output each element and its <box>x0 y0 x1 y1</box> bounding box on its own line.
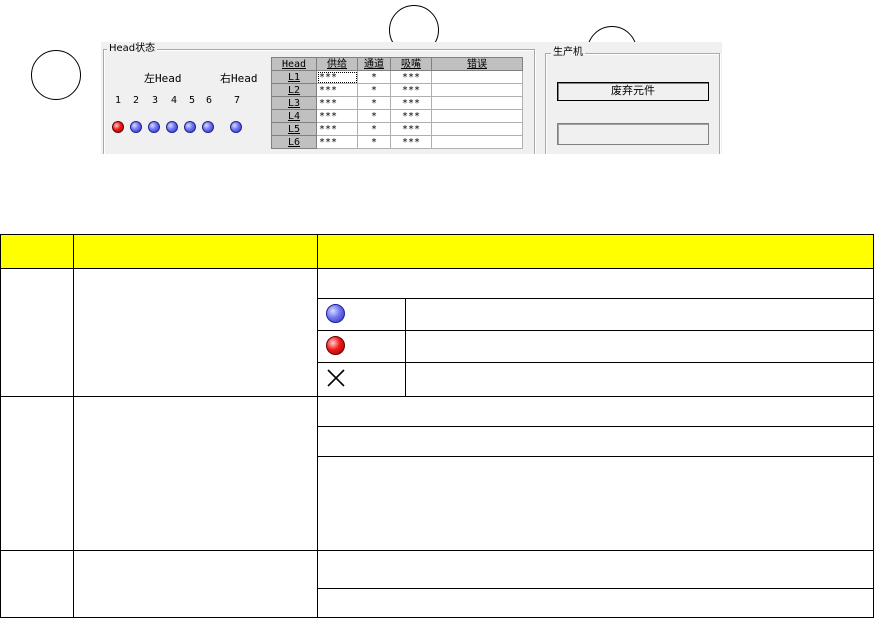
table-header <box>0 235 874 268</box>
col-head: Head <box>271 57 317 71</box>
nozzle-cell: *** <box>390 135 432 149</box>
error-cell <box>431 122 523 136</box>
table-border <box>0 234 1 618</box>
channel-cell: * <box>357 135 391 149</box>
table-border <box>0 234 874 235</box>
right-head-label: 右Head <box>220 72 258 85</box>
cross-icon <box>327 369 345 387</box>
table-row[interactable]: L1 *** * *** <box>271 70 523 84</box>
table-border <box>318 456 873 457</box>
channel-cell: * <box>357 109 391 123</box>
table-border <box>318 330 873 331</box>
left-head-label: 左Head <box>144 72 182 85</box>
head-1-state-icon[interactable] <box>112 121 124 133</box>
production-title: 生产机 <box>551 47 585 59</box>
nozzle-cell: *** <box>390 96 432 110</box>
supply-cell: *** <box>316 83 358 97</box>
channel-cell: * <box>357 122 391 136</box>
table-border <box>318 426 873 427</box>
col-nozzle: 吸嘴 <box>390 57 432 71</box>
callout-circle-1 <box>31 50 81 100</box>
error-cell <box>431 83 523 97</box>
table-border <box>317 234 318 618</box>
red-ball-icon <box>326 336 345 355</box>
supply-cell: *** <box>316 135 358 149</box>
production-status-field <box>557 123 709 145</box>
head-4-state-icon[interactable] <box>166 121 178 133</box>
head-number-6: 6 <box>206 95 213 106</box>
error-cell <box>431 109 523 123</box>
table-border <box>318 362 873 363</box>
head-number-7: 7 <box>234 95 241 106</box>
head-number-1: 1 <box>115 95 122 106</box>
nozzle-cell: *** <box>390 70 432 84</box>
row-head-label: L5 <box>271 122 317 136</box>
nozzle-cell: *** <box>390 83 432 97</box>
table-row[interactable]: L3 *** * *** <box>271 96 523 110</box>
head-number-3: 3 <box>152 95 159 106</box>
machine-screenshot: Head状态 左Head 右Head 1 2 3 4 5 6 7 Head 供给… <box>101 42 722 154</box>
row-head-label: L6 <box>271 135 317 149</box>
table-border <box>0 550 874 551</box>
error-cell <box>431 70 523 84</box>
table-row[interactable]: L5 *** * *** <box>271 122 523 136</box>
head-number-4: 4 <box>171 95 178 106</box>
supply-cell: *** <box>316 109 358 123</box>
head-6-state-icon[interactable] <box>202 121 214 133</box>
blue-ball-icon <box>326 304 345 323</box>
head-state-title: Head状态 <box>107 43 158 55</box>
supply-cell: *** <box>316 70 358 84</box>
head-number-2: 2 <box>133 95 140 106</box>
head-2-state-icon[interactable] <box>130 121 142 133</box>
channel-cell: * <box>357 70 391 84</box>
channel-cell: * <box>357 96 391 110</box>
table-border <box>318 298 873 299</box>
table-row[interactable]: L4 *** * *** <box>271 109 523 123</box>
nozzle-cell: *** <box>390 122 432 136</box>
head-number-5: 5 <box>189 95 196 106</box>
col-supply: 供给 <box>316 57 358 71</box>
head-7-state-icon[interactable] <box>230 121 242 133</box>
table-header-row: Head 供给 通道 吸嘴 错误 <box>271 57 523 71</box>
row-head-label: L2 <box>271 83 317 97</box>
table-border <box>0 617 874 618</box>
table-border <box>0 396 874 397</box>
table-border <box>73 234 74 618</box>
error-cell <box>431 96 523 110</box>
supply-cell: *** <box>316 122 358 136</box>
row-head-label: L4 <box>271 109 317 123</box>
nozzle-cell: *** <box>390 109 432 123</box>
head-3-state-icon[interactable] <box>148 121 160 133</box>
head-5-state-icon[interactable] <box>184 121 196 133</box>
col-channel: 通道 <box>357 57 391 71</box>
supply-cell: *** <box>316 96 358 110</box>
table-border <box>405 298 406 396</box>
table-row[interactable]: L2 *** * *** <box>271 83 523 97</box>
row-head-label: L1 <box>271 70 317 84</box>
row-head-label: L3 <box>271 96 317 110</box>
channel-cell: * <box>357 83 391 97</box>
table-row[interactable]: L6 *** * *** <box>271 135 523 149</box>
discard-component-button[interactable]: 废弃元件 <box>557 82 709 101</box>
table-border <box>318 588 873 589</box>
error-cell <box>431 135 523 149</box>
head-status-table: Head 供给 通道 吸嘴 错误 L1 *** * *** L2 *** * *… <box>271 57 523 149</box>
table-border <box>0 268 874 269</box>
col-error: 错误 <box>431 57 523 71</box>
